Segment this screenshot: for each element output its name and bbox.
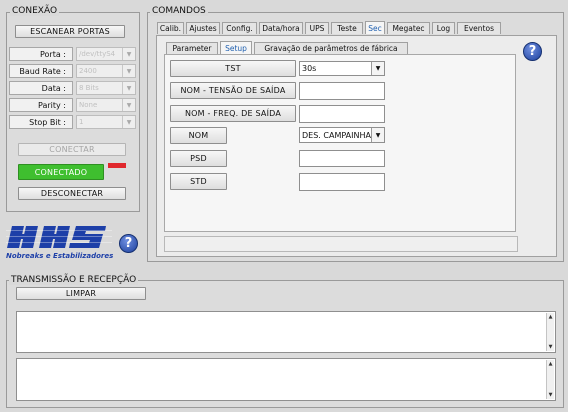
comandos-tabbar: Calib. Ajustes Config. Data/hora UPS Tes… (157, 21, 557, 35)
subtab-gravacao-fabrica[interactable]: Gravação de parâmetros de fábrica (254, 42, 408, 54)
conexao-panel (6, 12, 140, 212)
tab-teste[interactable]: Teste (331, 22, 363, 34)
subtab-parameter[interactable]: Parameter (166, 42, 218, 54)
connected-status-button[interactable]: CONECTADO (18, 164, 104, 180)
data-bits-select-value: 8 Bits (79, 84, 99, 92)
std-button[interactable]: STD (170, 173, 227, 190)
chevron-down-icon: ▼ (122, 99, 135, 111)
tab-sec[interactable]: Sec (365, 21, 385, 34)
subtab-setup[interactable]: Setup (220, 41, 252, 54)
transmission-scrollbar[interactable]: ▲ ▼ (546, 313, 554, 351)
nom-tensao-saida-input[interactable] (299, 82, 385, 100)
tab-data-hora[interactable]: Data/hora (259, 22, 303, 34)
setup-subtabbar: Parameter Setup Gravação de parâmetros d… (166, 41, 436, 54)
stop-bit-select-value: 1 (79, 118, 84, 126)
parity-select-value: None (79, 101, 98, 109)
scan-ports-button[interactable]: ESCANEAR PORTAS (15, 25, 125, 38)
chevron-down-icon: ▼ (122, 116, 135, 128)
reception-scrollbar[interactable]: ▲ ▼ (546, 360, 554, 399)
reception-textarea[interactable]: ▲ ▼ (16, 358, 556, 401)
scroll-down-icon[interactable]: ▼ (547, 343, 554, 351)
tab-ups[interactable]: UPS (305, 22, 329, 34)
comandos-title: COMANDOS (150, 6, 208, 16)
psd-input[interactable] (299, 150, 385, 167)
tst-select-value: 30s (302, 64, 317, 73)
chevron-down-icon: ▼ (122, 48, 135, 60)
connect-button[interactable]: CONECTAR (18, 143, 126, 156)
tab-eventos[interactable]: Eventos (457, 22, 501, 34)
baud-rate-label: Baud Rate : (9, 64, 73, 78)
baud-rate-select[interactable]: 2400 ▼ (76, 64, 136, 78)
std-input[interactable] (299, 173, 385, 191)
tab-calib[interactable]: Calib. (157, 22, 184, 34)
parity-select[interactable]: None ▼ (76, 98, 136, 112)
tab-megatec[interactable]: Megatec (387, 22, 430, 34)
tab-config[interactable]: Config. (222, 22, 257, 34)
tst-button[interactable]: TST (170, 60, 296, 77)
data-bits-label: Data : (9, 81, 73, 95)
nom-select[interactable]: DES. CAMPAINHA ▼ (299, 127, 385, 143)
port-label: Porta : (9, 47, 73, 61)
tst-select[interactable]: 30s ▼ (299, 61, 385, 76)
chevron-down-icon: ▼ (371, 128, 384, 142)
transmissao-title: TRANSMISSÃO E RECEPÇÃO (9, 275, 139, 285)
clear-button[interactable]: LIMPAR (16, 287, 146, 300)
conexao-title: CONEXÃO (10, 6, 60, 16)
psd-button[interactable]: PSD (170, 150, 227, 167)
nhs-logo-mark (6, 226, 112, 248)
nom-select-value: DES. CAMPAINHA (302, 130, 371, 140)
comandos-status-field (164, 236, 518, 252)
transmission-textarea[interactable]: ▲ ▼ (16, 311, 556, 353)
logo-tagline: Nobreaks e Estabilizadores (6, 252, 114, 260)
chevron-down-icon: ▼ (122, 82, 135, 94)
parity-label: Parity : (9, 98, 73, 112)
chevron-down-icon: ▼ (371, 62, 384, 75)
tab-log[interactable]: Log (432, 22, 455, 34)
disconnect-button[interactable]: DESCONECTAR (18, 187, 126, 200)
nom-button[interactable]: NOM (170, 127, 227, 144)
nom-tensao-saida-button[interactable]: NOM - TENSÃO DE SAÍDA (170, 82, 296, 99)
nom-freq-saida-input[interactable] (299, 105, 385, 123)
port-select[interactable]: /dev/ttyS4 ▼ (76, 47, 136, 61)
status-indicator (108, 163, 126, 168)
stop-bit-label: Stop Bit : (9, 115, 73, 129)
nhs-logo: Nobreaks e Estabilizadores (6, 222, 114, 262)
stop-bit-select[interactable]: 1 ▼ (76, 115, 136, 129)
tab-ajustes[interactable]: Ajustes (186, 22, 220, 34)
question-mark-icon[interactable]: ? (119, 234, 138, 253)
scroll-up-icon[interactable]: ▲ (547, 313, 554, 321)
scroll-down-icon[interactable]: ▼ (547, 391, 554, 399)
question-mark-icon[interactable]: ? (523, 42, 542, 61)
data-bits-select[interactable]: 8 Bits ▼ (76, 81, 136, 95)
nom-freq-saida-button[interactable]: NOM - FREQ. DE SAÍDA (170, 105, 296, 122)
scroll-up-icon[interactable]: ▲ (547, 360, 554, 368)
chevron-down-icon: ▼ (122, 65, 135, 77)
baud-rate-select-value: 2400 (79, 67, 97, 75)
port-select-value: /dev/ttyS4 (79, 50, 116, 58)
